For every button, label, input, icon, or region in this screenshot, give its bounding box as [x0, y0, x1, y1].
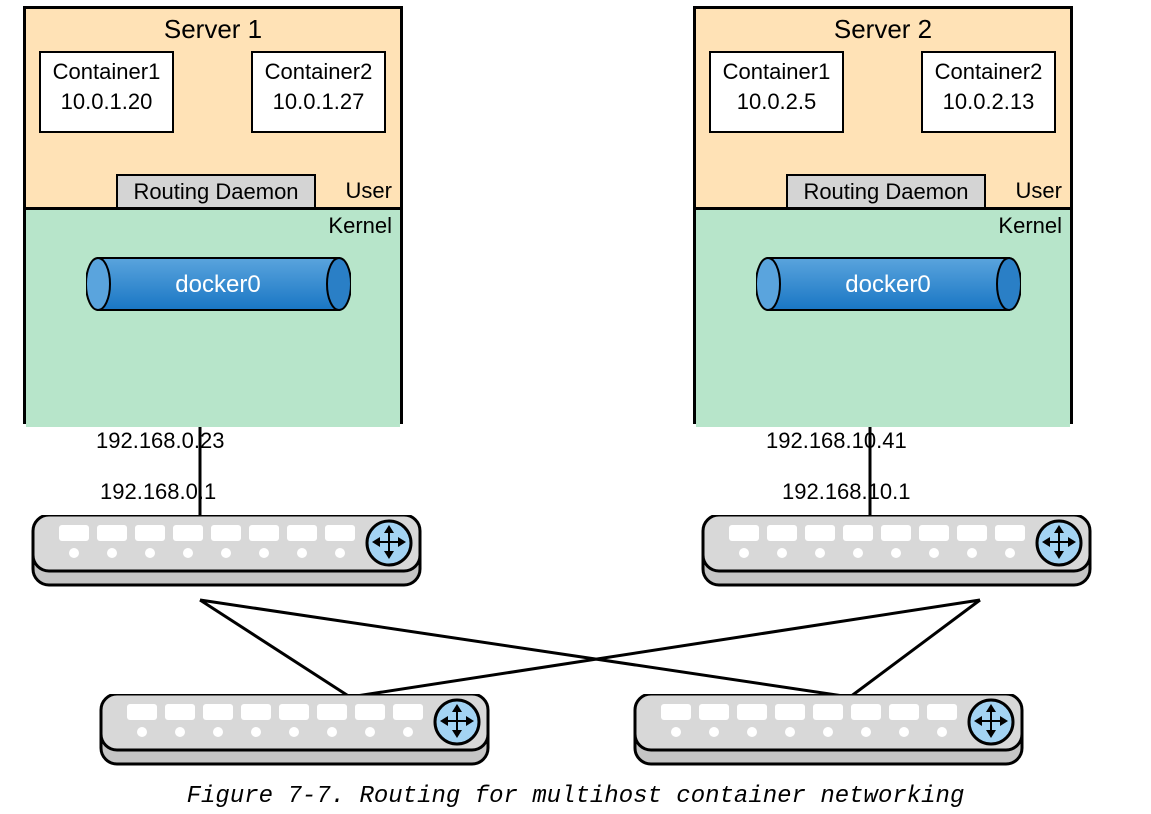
- server-2-kernel-label: Kernel: [998, 213, 1062, 239]
- server-1-user-area: Server 1 Container1 10.0.1.20 Container2…: [26, 9, 400, 210]
- server-2-container-2: Container2 10.0.2.13: [921, 51, 1056, 133]
- server-2-box: Server 2 Container1 10.0.2.5 Container2 …: [693, 6, 1073, 424]
- server-1-container-1-ip: 10.0.1.20: [41, 89, 172, 115]
- server-2-container-2-ip: 10.0.2.13: [923, 89, 1054, 115]
- server-2-user-area: Server 2 Container1 10.0.2.5 Container2 …: [696, 9, 1070, 210]
- server-1-container-2-ip: 10.0.1.27: [253, 89, 384, 115]
- server-1-box: Server 1 Container1 10.0.1.20 Container2…: [23, 6, 403, 424]
- server-1-docker0-label: docker0: [175, 271, 260, 298]
- server-1-title: Server 1: [26, 14, 400, 45]
- server-1-container-1: Container1 10.0.1.20: [39, 51, 174, 133]
- server-1-container-1-name: Container1: [41, 59, 172, 85]
- server-2-host-ip: 192.168.10.41: [766, 428, 907, 454]
- server-2-title: Server 2: [696, 14, 1070, 45]
- server-2-container-1-ip: 10.0.2.5: [711, 89, 842, 115]
- switch-top-left: [29, 515, 424, 593]
- server-1-routing-daemon: Routing Daemon: [116, 174, 316, 209]
- server-2-gateway-ip: 192.168.10.1: [782, 479, 910, 505]
- server-2-container-1-name: Container1: [711, 59, 842, 85]
- server-2-docker0-label: docker0: [845, 271, 930, 298]
- server-2-user-label: User: [1016, 178, 1062, 204]
- server-1-kernel-label: Kernel: [328, 213, 392, 239]
- server-2-container-2-name: Container2: [923, 59, 1054, 85]
- server-1-gateway-ip: 192.168.0.1: [100, 479, 216, 505]
- figure-caption: Figure 7-7. Routing for multihost contai…: [0, 783, 1151, 810]
- server-2-kernel-area: Kernel docker0: [696, 210, 1070, 427]
- server-1-docker0: docker0: [86, 256, 351, 312]
- server-2-container-1: Container1 10.0.2.5: [709, 51, 844, 133]
- server-1-container-2-name: Container2: [253, 59, 384, 85]
- switch-bottom-left: [97, 694, 492, 772]
- server-1-container-2: Container2 10.0.1.27: [251, 51, 386, 133]
- switch-bottom-right: [631, 694, 1026, 772]
- server-2-docker0: docker0: [756, 256, 1021, 312]
- server-1-kernel-area: Kernel docker0: [26, 210, 400, 427]
- server-1-user-label: User: [346, 178, 392, 204]
- server-2-routing-daemon: Routing Daemon: [786, 174, 986, 209]
- server-1-host-ip: 192.168.0.23: [96, 428, 224, 454]
- switch-top-right: [699, 515, 1094, 593]
